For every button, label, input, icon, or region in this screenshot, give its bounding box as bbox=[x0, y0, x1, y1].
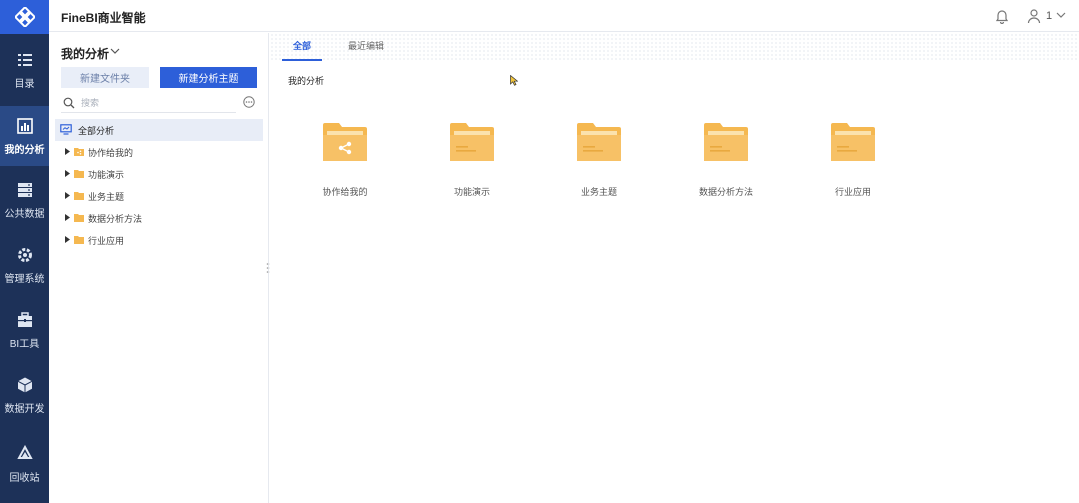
folder-card-label: 协作给我的 bbox=[322, 187, 368, 197]
section-title: 我的分析 bbox=[288, 76, 325, 86]
folder-card-label: 功能演示 bbox=[453, 187, 490, 197]
folder-icon bbox=[74, 214, 84, 222]
rail-item-label: 数据开发 bbox=[4, 403, 45, 415]
tree-node-label: 数据分析方法 bbox=[88, 214, 143, 224]
tree-node-label: 行业应用 bbox=[88, 236, 125, 246]
tree-node[interactable]: 数据分析方法 bbox=[63, 209, 253, 227]
tab-bar: 全部 最近编辑 bbox=[270, 33, 1079, 61]
app-logo[interactable] bbox=[0, 0, 49, 34]
tree-node-label: 协作给我的 bbox=[88, 148, 134, 158]
rail-item-admin[interactable]: 管理系统 bbox=[0, 235, 49, 295]
nav-rail: 目录 我的分析 公共数据 管理系统 BI工具 数据开发 回收站 bbox=[0, 0, 49, 503]
top-bar: FineBI商业智能 1 bbox=[49, 0, 1079, 32]
database-icon bbox=[17, 182, 32, 197]
folder-card[interactable]: 协作给我的 bbox=[290, 123, 400, 203]
gear-icon bbox=[17, 247, 32, 262]
rail-item-label: 回收站 bbox=[9, 472, 40, 484]
tab-recent-edit[interactable]: 最近编辑 bbox=[342, 39, 390, 61]
folder-icon bbox=[74, 170, 84, 178]
chevron-down-icon[interactable] bbox=[110, 47, 120, 55]
chevron-down-icon[interactable] bbox=[1056, 11, 1066, 19]
folder-icon bbox=[704, 123, 748, 161]
tree-node-label: 业务主题 bbox=[88, 192, 125, 202]
rail-item-public-data[interactable]: 公共数据 bbox=[0, 170, 49, 230]
folder-card-label: 行业应用 bbox=[834, 187, 871, 197]
folder-icon bbox=[450, 123, 494, 161]
tree-root-all-analysis[interactable]: 全部分析 bbox=[55, 119, 263, 141]
user-name[interactable]: 1 bbox=[1046, 10, 1052, 22]
rail-item-label: BI工具 bbox=[9, 338, 40, 350]
tree-node[interactable]: 协作给我的 bbox=[63, 143, 253, 161]
user-icon[interactable] bbox=[1027, 8, 1041, 24]
tab-all[interactable]: 全部 bbox=[282, 39, 322, 61]
rail-item-bi-tools[interactable]: BI工具 bbox=[0, 300, 49, 360]
rail-item-catalog[interactable]: 目录 bbox=[0, 40, 49, 100]
folder-icon bbox=[831, 123, 875, 161]
caret-right-icon[interactable] bbox=[65, 236, 70, 243]
analysis-tree-panel: 我的分析 新建文件夹 新建分析主题 全部分析 协作给我的 功能演示 bbox=[49, 33, 269, 503]
monitor-icon bbox=[60, 124, 72, 135]
folder-card[interactable]: 数据分析方法 bbox=[671, 123, 781, 203]
tree-node[interactable]: 业务主题 bbox=[63, 187, 253, 205]
caret-right-icon[interactable] bbox=[65, 192, 70, 199]
rail-item-my-analysis[interactable]: 我的分析 bbox=[0, 106, 49, 166]
rail-item-label: 我的分析 bbox=[4, 144, 45, 156]
recycle-icon bbox=[16, 444, 33, 459]
folder-card-label: 业务主题 bbox=[580, 187, 617, 197]
search-box bbox=[61, 95, 236, 113]
mouse-cursor-icon bbox=[510, 75, 518, 86]
list-icon bbox=[17, 53, 32, 66]
tree-root-label: 全部分析 bbox=[78, 126, 115, 136]
shared-folder-icon bbox=[323, 123, 367, 161]
caret-right-icon[interactable] bbox=[65, 148, 70, 155]
tree-title[interactable]: 我的分析 bbox=[61, 45, 109, 62]
folder-icon bbox=[577, 123, 621, 161]
rail-item-recycle[interactable]: 回收站 bbox=[0, 434, 49, 494]
shared-folder-icon bbox=[74, 148, 84, 156]
folder-card[interactable]: 业务主题 bbox=[544, 123, 654, 203]
search-input[interactable] bbox=[81, 95, 231, 111]
tree-node-label: 功能演示 bbox=[88, 170, 125, 180]
app-title: FineBI商业智能 bbox=[61, 11, 146, 25]
rail-item-label: 公共数据 bbox=[4, 208, 45, 220]
chart-icon bbox=[16, 117, 33, 134]
logo-icon bbox=[14, 7, 35, 27]
rail-item-data-dev[interactable]: 数据开发 bbox=[0, 365, 49, 425]
tree-node[interactable]: 功能演示 bbox=[63, 165, 253, 183]
caret-right-icon[interactable] bbox=[65, 170, 70, 177]
tree-node[interactable]: 行业应用 bbox=[63, 231, 253, 249]
folder-card-label: 数据分析方法 bbox=[698, 187, 753, 197]
folder-icon bbox=[74, 236, 84, 244]
folder-card[interactable]: 行业应用 bbox=[798, 123, 908, 203]
more-icon[interactable] bbox=[243, 96, 255, 108]
bell-icon[interactable] bbox=[995, 8, 1009, 24]
caret-right-icon[interactable] bbox=[65, 214, 70, 221]
cube-icon bbox=[17, 377, 32, 392]
rail-item-label: 目录 bbox=[14, 78, 35, 90]
toolbox-icon bbox=[17, 311, 32, 327]
folder-icon bbox=[74, 192, 84, 200]
main-content: 全部 最近编辑 我的分析 协作给我的 功能演示 业务主题 数据分析方法 行业应用 bbox=[270, 33, 1079, 503]
search-icon bbox=[63, 97, 75, 109]
folder-card[interactable]: 功能演示 bbox=[417, 123, 527, 203]
new-subject-button[interactable]: 新建分析主题 bbox=[160, 67, 257, 88]
new-folder-button[interactable]: 新建文件夹 bbox=[61, 67, 149, 88]
rail-item-label: 管理系统 bbox=[4, 273, 45, 285]
